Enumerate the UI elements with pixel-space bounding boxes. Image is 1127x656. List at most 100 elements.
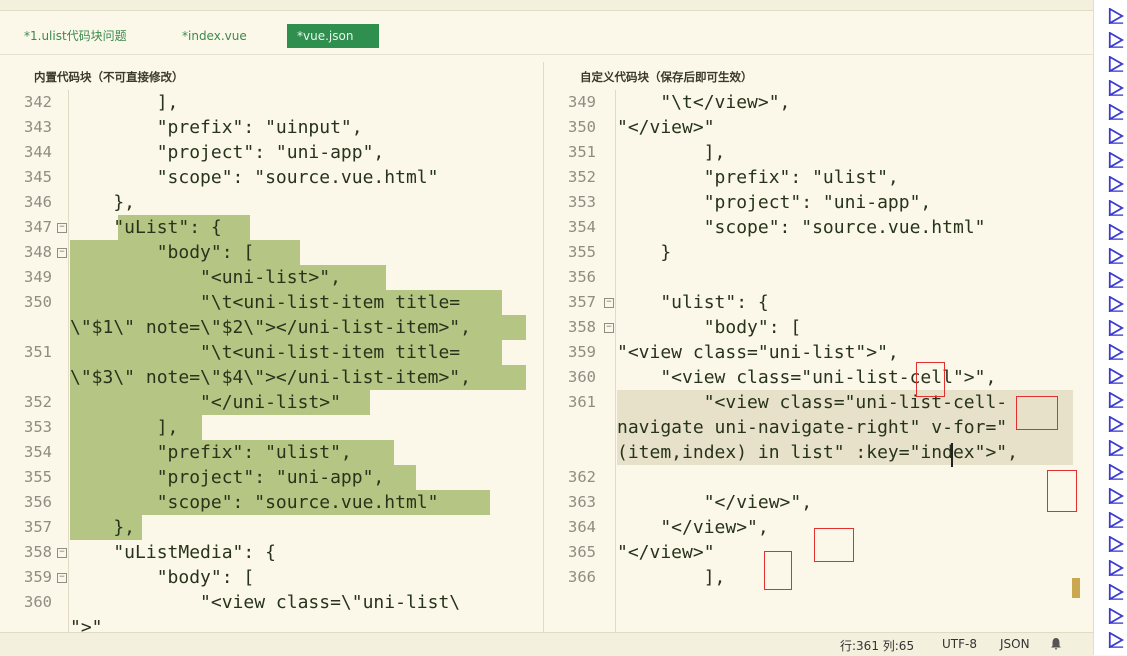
code-line[interactable]: 358− "body": [: [544, 315, 1081, 340]
code-line[interactable]: 349 "<uni-list>",: [0, 265, 542, 290]
code-line[interactable]: ">": [0, 615, 542, 632]
line-number: 348: [24, 243, 52, 261]
code-line[interactable]: 359− "body": [: [0, 565, 542, 590]
play-arrow-icon[interactable]: [1108, 368, 1124, 384]
fold-toggle-icon[interactable]: −: [604, 298, 614, 308]
fold-toggle-icon[interactable]: −: [57, 573, 67, 583]
code-line[interactable]: 357 },: [0, 515, 542, 540]
code-line[interactable]: \"$3\" note=\"$4\"></uni-list-item>",: [0, 365, 542, 390]
code-line[interactable]: 362: [544, 465, 1081, 490]
code-line[interactable]: 361 "<view class="uni-list-cell-: [544, 390, 1081, 415]
play-arrow-icon[interactable]: [1108, 416, 1124, 432]
play-arrow-icon[interactable]: [1108, 272, 1124, 288]
line-number: 358: [568, 318, 596, 336]
code-text: "prefix": "uinput",: [70, 117, 363, 138]
encoding-indicator[interactable]: UTF-8: [942, 637, 977, 651]
code-line[interactable]: navigate uni-navigate-right" v-for=": [544, 415, 1081, 440]
code-line[interactable]: 353 "project": "uni-app",: [544, 190, 1081, 215]
play-arrow-icon[interactable]: [1108, 152, 1124, 168]
code-line[interactable]: 349 "\t</view>",: [544, 90, 1081, 115]
code-line[interactable]: 354 "prefix": "ulist",: [0, 440, 542, 465]
play-arrow-icon[interactable]: [1108, 320, 1124, 336]
scrollbar-thumb[interactable]: [1072, 578, 1080, 598]
code-line[interactable]: 355 }: [544, 240, 1081, 265]
play-arrow-icon[interactable]: [1108, 56, 1124, 72]
code-line[interactable]: 343 "prefix": "uinput",: [0, 115, 542, 140]
cursor-position[interactable]: 行:361 列:65: [840, 637, 914, 654]
play-arrow-icon[interactable]: [1108, 536, 1124, 552]
line-number: 355: [568, 243, 596, 261]
code-line[interactable]: 359 "<view class="uni-list">",: [544, 340, 1081, 365]
code-line[interactable]: 350 "</view>": [544, 115, 1081, 140]
code-line[interactable]: 356: [544, 265, 1081, 290]
play-arrow-icon[interactable]: [1108, 224, 1124, 240]
code-line[interactable]: 352 "prefix": "ulist",: [544, 165, 1081, 190]
play-arrow-icon[interactable]: [1108, 560, 1124, 576]
play-arrow-icon[interactable]: [1108, 440, 1124, 456]
code-line[interactable]: 352 "</uni-list>": [0, 390, 542, 415]
code-line[interactable]: 356 "scope": "source.vue.html": [0, 490, 542, 515]
code-line[interactable]: 346 },: [0, 190, 542, 215]
play-arrow-icon[interactable]: [1108, 80, 1124, 96]
play-arrow-icon[interactable]: [1108, 8, 1124, 24]
line-number: 365: [568, 543, 596, 561]
play-arrow-icon[interactable]: [1108, 128, 1124, 144]
code-text: "uList": {: [70, 217, 222, 238]
play-arrow-icon[interactable]: [1108, 104, 1124, 120]
tab-ulist-problem[interactable]: *1.ulist代码块问题: [14, 24, 137, 48]
status-bar: 行:361 列:65 UTF-8 JSON: [0, 632, 1093, 656]
fold-toggle-icon[interactable]: −: [57, 223, 67, 233]
play-arrow-icon[interactable]: [1108, 32, 1124, 48]
play-arrow-icon[interactable]: [1108, 584, 1124, 600]
code-line[interactable]: 357− "ulist": {: [544, 290, 1081, 315]
code-line[interactable]: 363 "</view>",: [544, 490, 1081, 515]
code-line[interactable]: 351 "\t<uni-list-item title=: [0, 340, 542, 365]
tab-index-vue[interactable]: *index.vue: [172, 24, 257, 48]
code-line[interactable]: 354 "scope": "source.vue.html": [544, 215, 1081, 240]
fold-toggle-icon[interactable]: −: [57, 248, 67, 258]
code-line[interactable]: (item,index) in list" :key="index">",: [544, 440, 1081, 465]
play-arrow-icon[interactable]: [1108, 632, 1124, 648]
code-text: \"$3\" note=\"$4\"></uni-list-item>",: [70, 367, 471, 388]
code-line[interactable]: 344 "project": "uni-app",: [0, 140, 542, 165]
code-line[interactable]: 365 "</view>": [544, 540, 1081, 565]
play-arrow-icon[interactable]: [1108, 176, 1124, 192]
play-arrow-icon[interactable]: [1108, 464, 1124, 480]
code-text: "body": [: [617, 317, 802, 338]
code-line[interactable]: 360 "<view class="uni-list-cell">",: [544, 365, 1081, 390]
code-line[interactable]: 366 ],: [544, 565, 1081, 590]
fold-toggle-icon[interactable]: −: [604, 323, 614, 333]
play-arrow-icon[interactable]: [1108, 200, 1124, 216]
code-line[interactable]: \"$1\" note=\"$2\"></uni-list-item>",: [0, 315, 542, 340]
play-arrow-icon[interactable]: [1108, 344, 1124, 360]
play-arrow-icon[interactable]: [1108, 512, 1124, 528]
left-code-pane[interactable]: 342 ], 343 "prefix": "uinput", 344 "projec…: [0, 90, 542, 632]
language-indicator[interactable]: JSON: [1000, 637, 1030, 651]
play-arrow-icon[interactable]: [1108, 608, 1124, 624]
play-arrow-icon[interactable]: [1108, 488, 1124, 504]
line-number: 347: [24, 218, 52, 236]
code-text: "ulist": {: [617, 292, 769, 313]
line-number: 363: [568, 493, 596, 511]
fold-toggle-icon[interactable]: −: [57, 548, 67, 558]
annotation-box: [916, 362, 945, 397]
right-code-pane[interactable]: 349 "\t</view>", 350 "</view>" 351 ], 352 "p…: [544, 90, 1081, 632]
code-line[interactable]: 342 ],: [0, 90, 542, 115]
code-line[interactable]: 353 ],: [0, 415, 542, 440]
code-line[interactable]: 347− "uList": {: [0, 215, 542, 240]
code-line[interactable]: 364 "</view>",: [544, 515, 1081, 540]
code-line[interactable]: 358− "uListMedia": {: [0, 540, 542, 565]
code-line[interactable]: 355 "project": "uni-app",: [0, 465, 542, 490]
tab-vue-json[interactable]: *vue.json: [287, 24, 379, 48]
code-line[interactable]: 345 "scope": "source.vue.html": [0, 165, 542, 190]
code-line[interactable]: 360 "<view class=\"uni-list\: [0, 590, 542, 615]
right-sidebar: [1093, 0, 1127, 655]
code-line[interactable]: 350 "\t<uni-list-item title=: [0, 290, 542, 315]
bell-icon[interactable]: [1050, 637, 1062, 653]
play-arrow-icon[interactable]: [1108, 392, 1124, 408]
code-line[interactable]: 351 ],: [544, 140, 1081, 165]
code-line[interactable]: 348− "body": [: [0, 240, 542, 265]
play-arrow-icon[interactable]: [1108, 296, 1124, 312]
play-arrow-icon[interactable]: [1108, 248, 1124, 264]
code-text: (item,index) in list" :key="index">",: [617, 442, 1018, 463]
